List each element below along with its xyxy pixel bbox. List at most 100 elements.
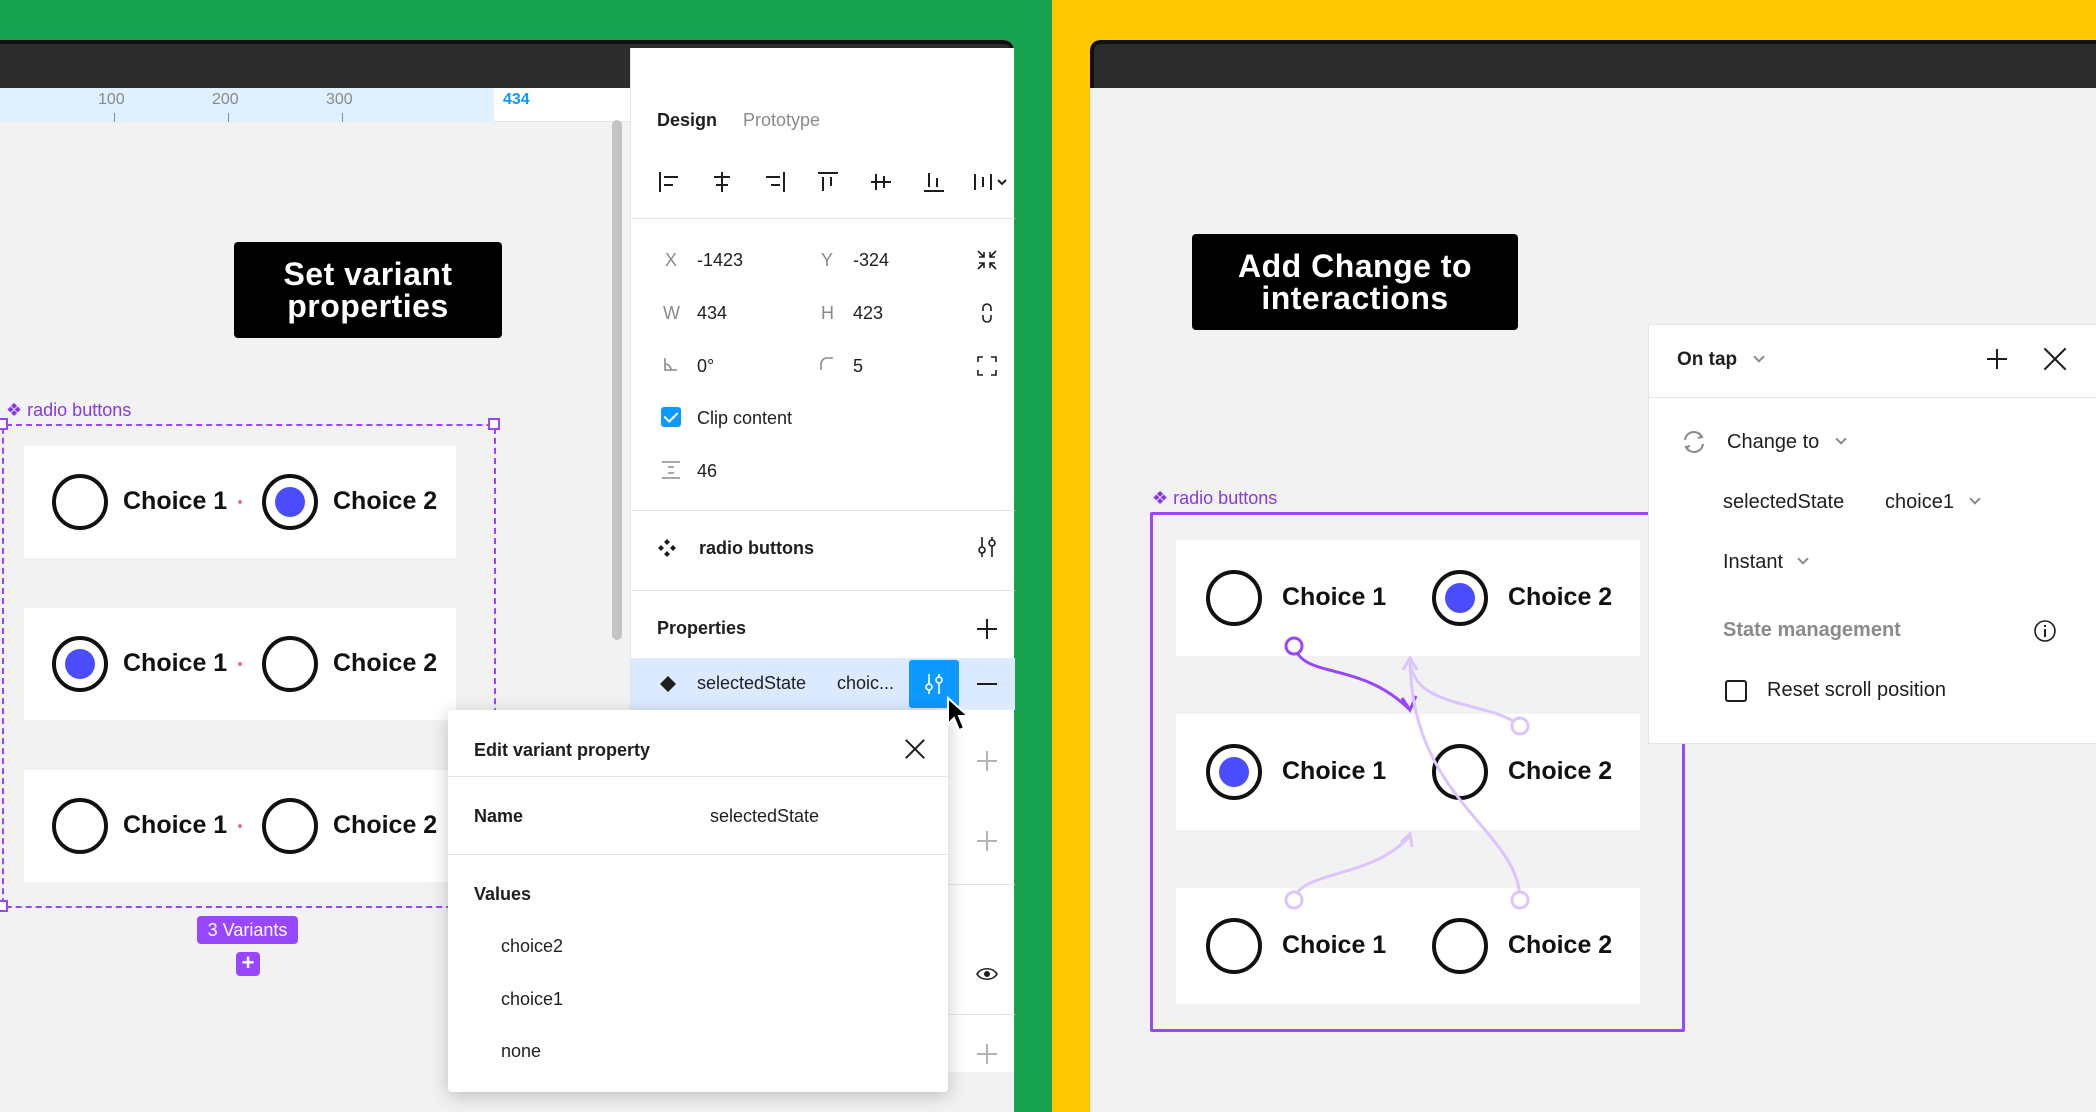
distribute-dropdown-icon[interactable] xyxy=(971,168,1011,196)
radio-unselected[interactable] xyxy=(1206,918,1262,974)
radio-unselected[interactable] xyxy=(52,474,108,530)
value-item[interactable]: choice1 xyxy=(501,989,563,1010)
component-set-label[interactable]: ❖ radio buttons xyxy=(1152,488,1277,509)
radio-unselected[interactable] xyxy=(262,798,318,854)
connection-line xyxy=(1292,834,1412,901)
divider xyxy=(448,776,948,777)
trigger-dropdown[interactable]: On tap xyxy=(1677,349,1737,371)
radio-unselected[interactable] xyxy=(262,636,318,692)
add-button[interactable] xyxy=(977,1044,997,1064)
choice-label: Choice 2 xyxy=(1508,931,1613,959)
connection-start-icon[interactable] xyxy=(1284,890,1304,910)
divider xyxy=(1649,397,2096,398)
ruler-selection-end: 434 xyxy=(503,91,530,108)
independent-corners-icon[interactable] xyxy=(975,354,999,378)
variant-settings-icon[interactable] xyxy=(975,535,999,559)
add-property-button[interactable] xyxy=(977,619,997,639)
resize-handle[interactable] xyxy=(0,418,8,430)
chevron-down-icon xyxy=(1969,493,1981,505)
connection-start-icon[interactable] xyxy=(1510,890,1530,910)
component-set-label[interactable]: ❖ radio buttons xyxy=(6,400,131,421)
radio-selected[interactable] xyxy=(262,474,318,530)
callout-set-variant-properties: Set variant properties xyxy=(234,242,502,338)
animation-dropdown[interactable]: Instant xyxy=(1723,551,1783,574)
radio-unselected[interactable] xyxy=(1432,918,1488,974)
canvas-scrollbar[interactable] xyxy=(612,120,622,640)
tab-prototype[interactable]: Prototype xyxy=(743,110,820,131)
resize-handle[interactable] xyxy=(488,418,500,430)
spacing-input[interactable]: 46 xyxy=(697,461,717,482)
connection-start-icon[interactable] xyxy=(1510,716,1530,736)
remove-property-button[interactable] xyxy=(977,683,997,685)
value-item[interactable]: none xyxy=(501,1041,541,1062)
clip-content-checkbox[interactable] xyxy=(661,407,681,427)
choice-label: Choice 1 xyxy=(1282,931,1387,959)
y-input[interactable]: -324 xyxy=(853,250,889,271)
ruler-selection xyxy=(0,88,494,122)
radius-input[interactable]: 5 xyxy=(853,356,863,377)
property-value: choic... xyxy=(837,673,895,693)
resize-handle[interactable] xyxy=(0,900,8,912)
connection-line-active xyxy=(1292,645,1412,712)
collapse-icon[interactable] xyxy=(975,248,999,272)
w-label: W xyxy=(663,303,680,323)
rotation-input[interactable]: 0° xyxy=(697,356,714,377)
change-to-icon xyxy=(1684,431,1704,453)
value-item[interactable]: choice2 xyxy=(501,936,563,957)
radio-dot xyxy=(65,649,95,679)
radio-dot xyxy=(275,487,305,517)
interaction-panel: On tap Change to selectedState choice1 I… xyxy=(1648,324,2096,744)
reset-scroll-checkbox[interactable] xyxy=(1725,680,1747,702)
close-icon[interactable] xyxy=(2043,347,2067,371)
rotation-icon xyxy=(664,358,677,371)
w-input[interactable]: 434 xyxy=(697,303,727,324)
tab-design[interactable]: Design xyxy=(657,110,717,131)
constrain-proportions-icon[interactable] xyxy=(975,301,999,325)
info-icon[interactable] xyxy=(2033,619,2057,643)
add-interaction-button[interactable] xyxy=(1987,349,2007,369)
component-set-icon: ❖ xyxy=(6,400,23,420)
name-input[interactable]: selectedState xyxy=(710,806,819,827)
radio-selected[interactable] xyxy=(1432,570,1488,626)
radio-selected[interactable] xyxy=(1206,744,1262,800)
align-top-icon[interactable] xyxy=(814,168,842,196)
name-label: Name xyxy=(474,806,524,826)
h-input[interactable]: 423 xyxy=(853,303,883,324)
variant-row[interactable]: Choice 1 Choice 2 xyxy=(24,446,456,558)
align-vertical-center-icon[interactable] xyxy=(867,168,895,196)
callout-line: Add Change to xyxy=(1237,248,1473,284)
align-left-icon[interactable] xyxy=(655,168,683,196)
connection-line xyxy=(1408,657,1521,728)
choice-label: Choice 2 xyxy=(333,487,438,515)
choice-label: Choice 1 xyxy=(123,649,228,677)
corner-radius-icon xyxy=(820,357,833,370)
action-dropdown[interactable]: Change to xyxy=(1727,431,1819,454)
spacing-indicator xyxy=(238,500,242,504)
x-input[interactable]: -1423 xyxy=(697,250,743,271)
align-bottom-icon[interactable] xyxy=(920,168,948,196)
close-icon[interactable] xyxy=(904,738,926,760)
window-titlebar xyxy=(1090,40,2096,88)
radio-unselected[interactable] xyxy=(52,798,108,854)
property-value-dropdown[interactable]: choice1 xyxy=(1885,491,1954,514)
plus-icon: + xyxy=(241,950,255,975)
add-button[interactable] xyxy=(977,831,997,851)
variant-row[interactable]: Choice 1 Choice 2 xyxy=(24,608,456,720)
divider xyxy=(631,590,1015,591)
align-right-icon[interactable] xyxy=(761,168,789,196)
radio-unselected[interactable] xyxy=(1206,570,1262,626)
choice-label: Choice 1 xyxy=(123,811,228,839)
canvas-ruler: 100 200 300 434 xyxy=(0,88,630,122)
variant-row[interactable]: Choice 1 Choice 2 xyxy=(24,770,456,882)
choice-label: Choice 1 xyxy=(123,487,228,515)
chevron-down-icon xyxy=(1753,351,1765,363)
radio-selected[interactable] xyxy=(52,636,108,692)
chevron-down-icon xyxy=(1835,433,1847,445)
add-variant-button[interactable]: + xyxy=(236,952,260,976)
align-horizontal-center-icon[interactable] xyxy=(708,168,736,196)
add-button[interactable] xyxy=(977,751,997,771)
eye-icon[interactable] xyxy=(975,962,999,986)
connection-start-icon[interactable] xyxy=(1284,636,1304,656)
variants-count-badge: 3 Variants xyxy=(197,916,298,944)
y-label: Y xyxy=(821,250,834,270)
